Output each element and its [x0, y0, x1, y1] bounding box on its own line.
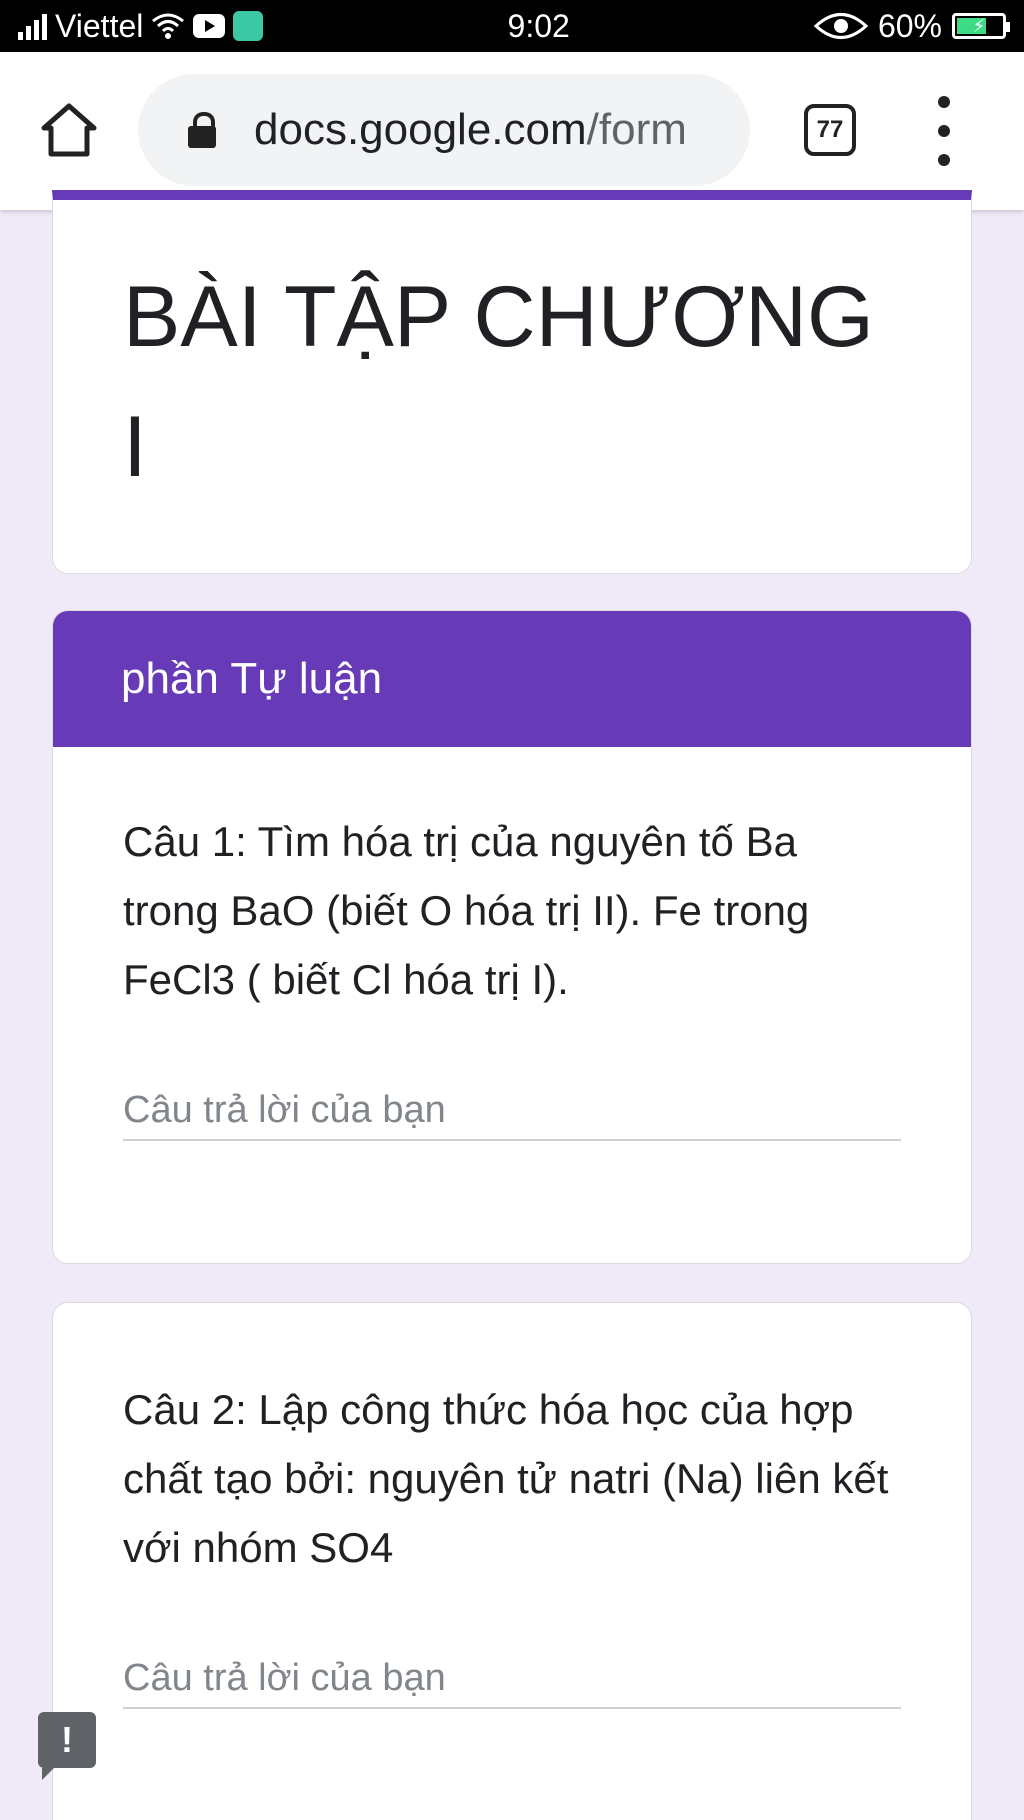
section-card: phần Tự luận Câu 1: Tìm hóa trị của nguy…	[52, 610, 972, 1264]
carrier-name: Viettel	[55, 7, 144, 44]
question-2-text: Câu 2: Lập công thức hóa học của hợp chấ…	[123, 1386, 889, 1571]
address-bar[interactable]: docs.google.com/form	[138, 74, 750, 186]
tab-count: 77	[816, 116, 844, 143]
question-2-answer-input[interactable]	[123, 1649, 901, 1709]
status-time: 9:02	[507, 7, 570, 44]
url-domain: docs.google.com	[254, 105, 587, 154]
app-notification-icon	[233, 11, 264, 41]
browser-toolbar: docs.google.com/form 77	[0, 52, 1024, 210]
wifi-icon	[152, 13, 185, 39]
question-2-card: Câu 2: Lập công thức hóa học của hợp chấ…	[52, 1302, 972, 1820]
signal-icon	[18, 12, 47, 40]
home-icon[interactable]	[40, 102, 98, 158]
url-path: /form	[586, 105, 687, 154]
more-vert-icon[interactable]	[932, 96, 956, 166]
eye-icon	[813, 13, 868, 39]
battery-percent: 60%	[877, 7, 942, 44]
section-header: phần Tự luận	[53, 611, 971, 747]
feedback-icon[interactable]: !	[38, 1712, 96, 1780]
url-text: docs.google.com/form	[254, 105, 734, 155]
tab-switcher-button[interactable]: 77	[804, 104, 856, 156]
form-title-card: BÀI TẬP CHƯƠNG I	[52, 190, 972, 574]
youtube-icon	[193, 14, 226, 38]
question-1-answer-input[interactable]	[123, 1081, 901, 1141]
section-title: phần Tự luận	[121, 654, 383, 703]
battery-icon: ⚡	[952, 13, 1010, 39]
status-right: 60% ⚡	[813, 7, 1010, 45]
form-title: BÀI TẬP CHƯƠNG I	[123, 269, 874, 495]
lock-icon	[188, 112, 218, 148]
status-bar: Viettel 9:02 60% ⚡	[0, 0, 1024, 52]
question-1-text: Câu 1: Tìm hóa trị của nguyên tố Ba tron…	[123, 818, 810, 1003]
status-left: Viettel	[18, 7, 264, 45]
